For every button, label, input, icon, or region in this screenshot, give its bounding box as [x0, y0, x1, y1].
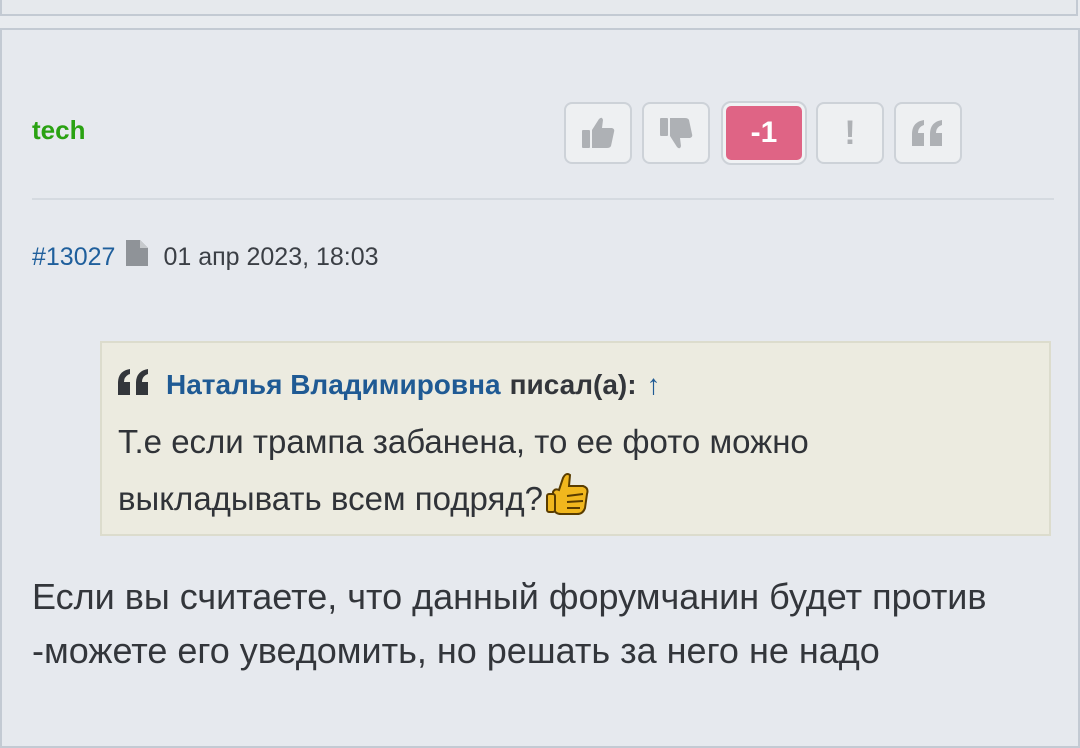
quote-header: Наталья Владимировна писал(а): ↑ [116, 367, 661, 403]
quote-text: Т.е если трампа забанена, то ее фото мож… [118, 413, 1018, 535]
document-icon [125, 239, 149, 276]
thumbs-up-smiley-icon [545, 470, 593, 535]
quote-button[interactable] [894, 102, 962, 164]
header-divider [32, 198, 1054, 200]
post-author[interactable]: tech [32, 116, 85, 144]
dislike-button[interactable] [642, 102, 710, 164]
previous-post-edge [0, 0, 1078, 16]
quote-icon [912, 120, 942, 146]
quote-source-link[interactable]: ↑ [647, 369, 661, 401]
post-meta: #13027 01 апр 2023, 18:03 [32, 239, 379, 276]
score-badge[interactable]: -1 [721, 101, 807, 165]
thumbs-up-icon [582, 117, 615, 148]
post-date: 01 апр 2023, 18:03 [163, 243, 379, 271]
report-button[interactable]: ! [816, 102, 884, 164]
quote-author-link[interactable]: Наталья Владимировна [166, 369, 501, 401]
exclamation-icon: ! [844, 113, 856, 152]
post-body: Если вы считаете, что данный форумчанин … [32, 576, 987, 671]
like-button[interactable] [564, 102, 632, 164]
quote-text-content: Т.е если трампа забанена, то ее фото мож… [118, 423, 809, 517]
quote-block: Наталья Владимировна писал(а): ↑ Т.е есл… [100, 341, 1051, 536]
quote-wrote-label: писал(а): [509, 369, 637, 400]
thumbs-down-icon [660, 118, 693, 149]
post-number-link[interactable]: #13027 [32, 240, 115, 274]
quote-icon [116, 367, 152, 404]
forum-post: tech -1 ! #13027 01 апр 2023, 18:03 Ната… [0, 28, 1080, 748]
